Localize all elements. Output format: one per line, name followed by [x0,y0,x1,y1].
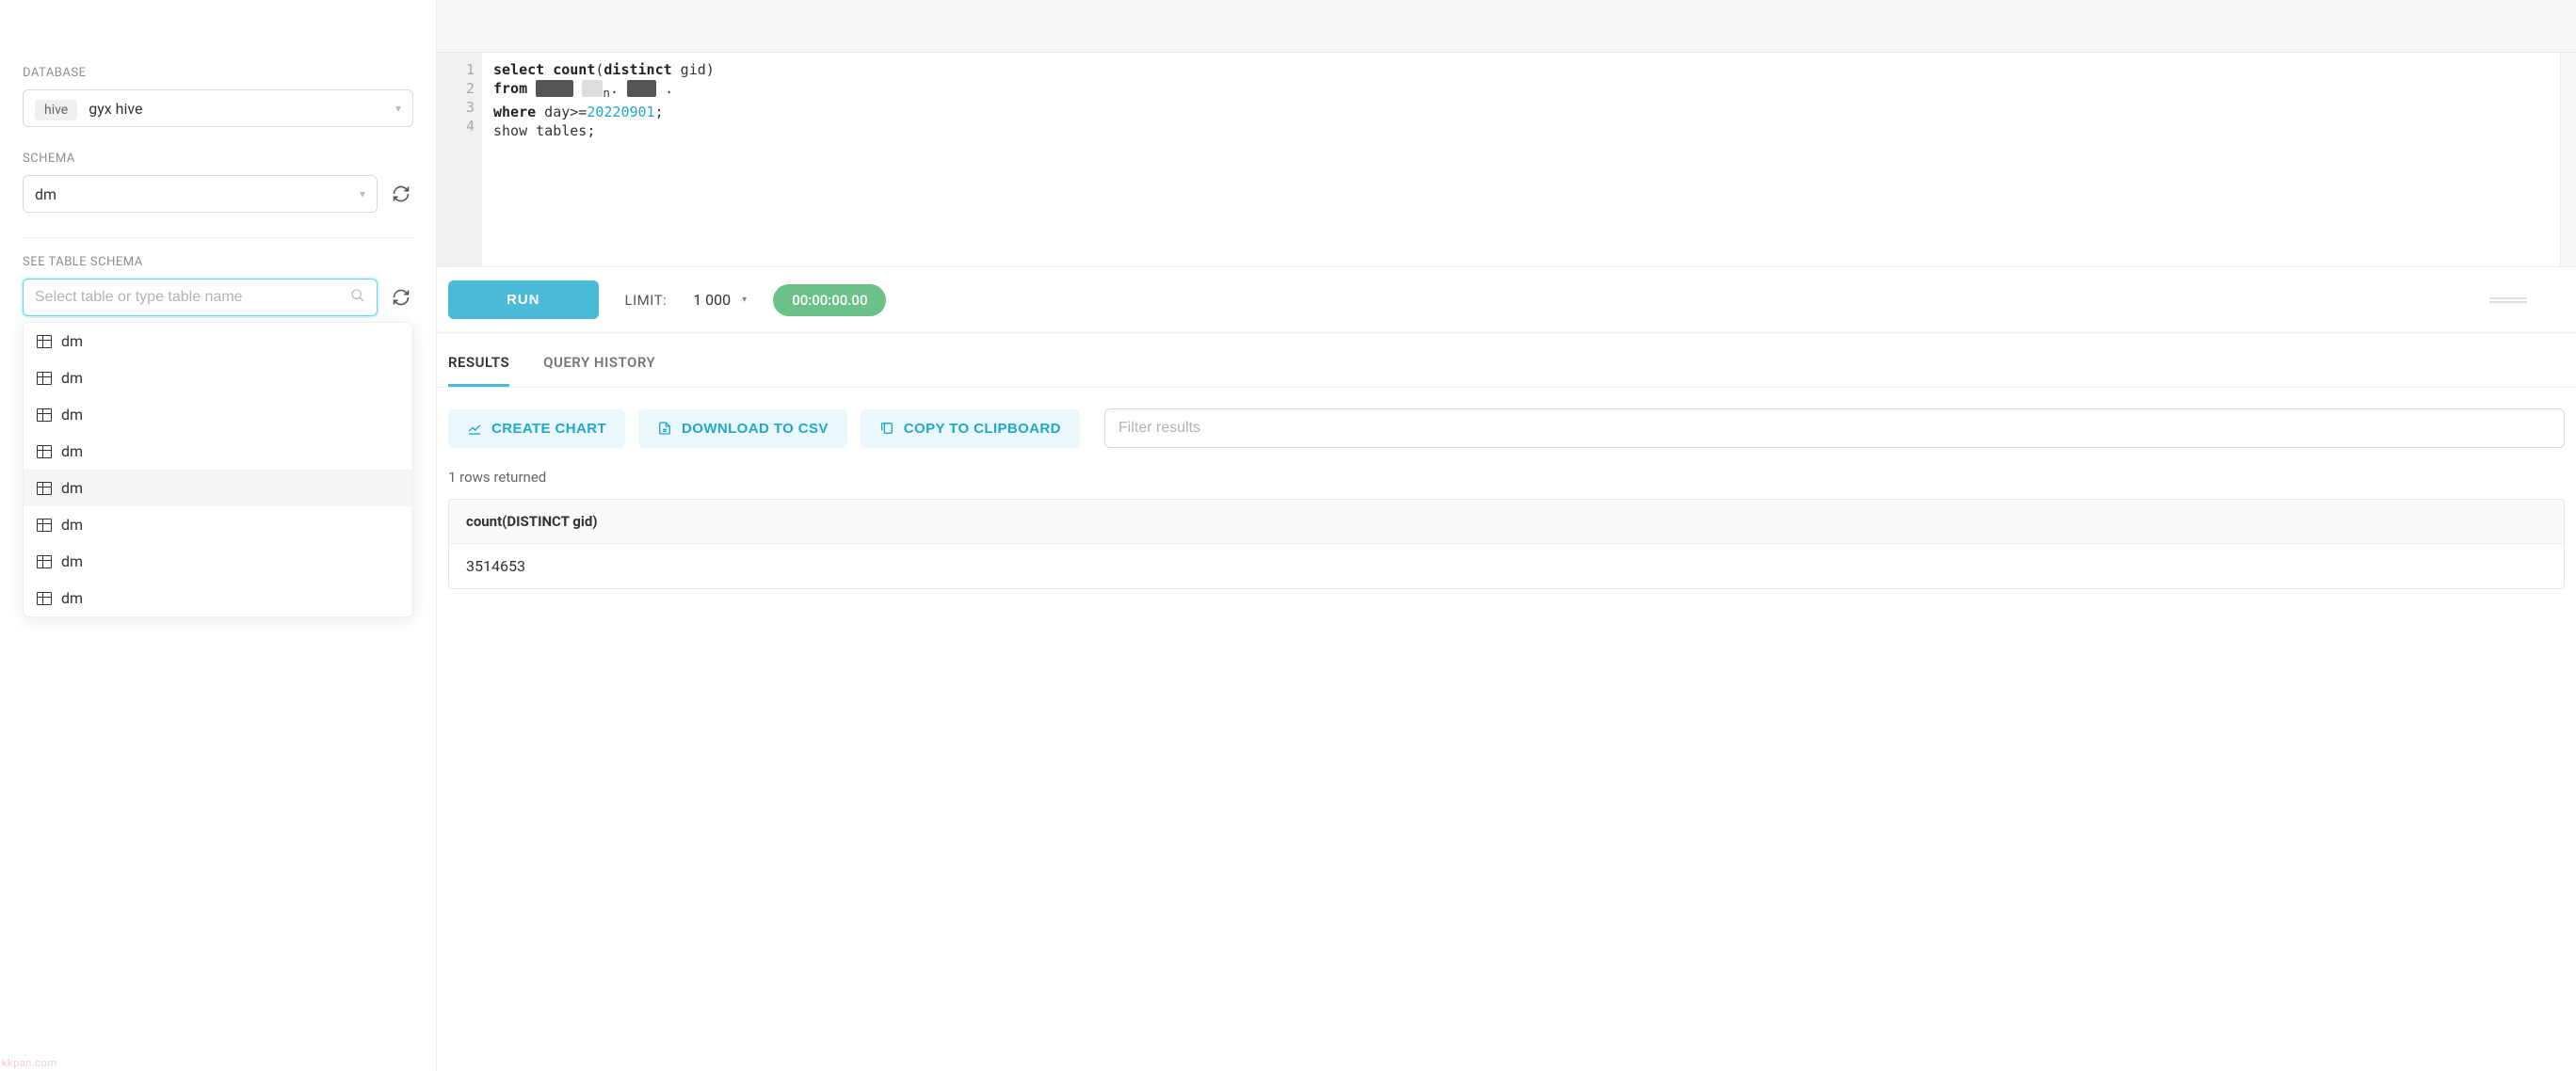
table-icon [37,445,52,458]
sidebar: DATABASE hive gyx hive ▾ SCHEMA dm ▾ [0,0,437,1071]
table-option[interactable]: dm [24,323,412,360]
table-option[interactable]: dm [24,580,412,616]
database-type-pill: hive [35,100,77,120]
timer-pill: 00:00:00.00 [773,284,886,316]
limit-label: LIMIT: [625,292,668,309]
result-header: count(DISTINCT gid) [449,500,2564,544]
main-panel: 1 2 3 4 select count(distinct gid) from … [437,0,2576,1071]
result-table: count(DISTINCT gid) 3514653 [448,499,2565,589]
limit-select[interactable]: 1 000 ▾ [693,291,747,309]
create-chart-button[interactable]: CREATE CHART [448,409,625,448]
table-option[interactable]: dm [24,360,412,396]
schema-select[interactable]: dm ▾ [23,175,378,213]
refresh-tables-button[interactable] [389,285,413,310]
file-icon [657,421,672,436]
search-icon [350,288,365,307]
redacted-text: xxxx [536,80,573,97]
filter-results-input[interactable] [1104,408,2565,448]
code-area[interactable]: select count(distinct gid) from xxxx xxn… [482,53,2561,266]
table-option[interactable]: dm [24,396,412,433]
table-icon [37,482,52,495]
table-icon [37,372,52,385]
chevron-down-icon: ▾ [742,295,747,305]
resize-handle[interactable] [2489,297,2527,303]
redacted-text: xxx [627,80,656,97]
table-search-input[interactable] [35,289,350,306]
result-cell: 3514653 [449,544,2564,588]
chevron-down-icon: ▾ [395,102,401,115]
result-tabs: RESULTS QUERY HISTORY [437,333,2576,388]
clipboard-icon [879,421,894,436]
chart-icon [467,421,482,436]
run-bar: RUN LIMIT: 1 000 ▾ 00:00:00.00 [437,267,2576,333]
download-csv-button[interactable]: DOWNLOAD TO CSV [638,409,847,448]
table-field: SEE TABLE SCHEMA dm dm dm dm dm dm [23,255,413,617]
database-label: DATABASE [23,66,413,80]
table-option[interactable]: dm [24,543,412,580]
database-select[interactable]: hive gyx hive ▾ [23,89,413,127]
copy-clipboard-button[interactable]: COPY TO CLIPBOARD [861,409,1080,448]
table-search[interactable] [23,279,378,316]
editor-scrollbar[interactable] [2561,53,2576,266]
table-icon [37,555,52,568]
watermark: kkpan.com [2,1057,56,1069]
refresh-icon [392,184,411,203]
run-button[interactable]: RUN [448,280,599,319]
table-label: SEE TABLE SCHEMA [23,255,413,269]
chevron-down-icon: ▾ [360,187,365,200]
table-dropdown: dm dm dm dm dm dm dm dm [23,322,413,617]
table-option[interactable]: dm [24,470,412,506]
table-option[interactable]: dm [24,433,412,470]
table-icon [37,335,52,348]
tab-query-history[interactable]: QUERY HISTORY [543,354,655,387]
tab-results[interactable]: RESULTS [448,354,509,387]
table-icon [37,408,52,422]
actions-row: CREATE CHART DOWNLOAD TO CSV COPY TO CLI… [437,388,2576,469]
sql-editor[interactable]: 1 2 3 4 select count(distinct gid) from … [437,53,2576,267]
schema-label: SCHEMA [23,152,413,166]
line-gutter: 1 2 3 4 [437,53,482,266]
redacted-text: xx [582,80,603,97]
table-icon [37,592,52,605]
database-field: DATABASE hive gyx hive ▾ [23,66,413,127]
divider [23,237,413,238]
refresh-icon [392,288,411,307]
table-option[interactable]: dm [24,506,412,543]
database-value: gyx hive [89,100,142,118]
rows-returned: 1 rows returned [437,469,2576,499]
schema-value: dm [35,185,56,203]
schema-field: SCHEMA dm ▾ [23,152,413,213]
refresh-schema-button[interactable] [389,182,413,206]
table-icon [37,519,52,532]
